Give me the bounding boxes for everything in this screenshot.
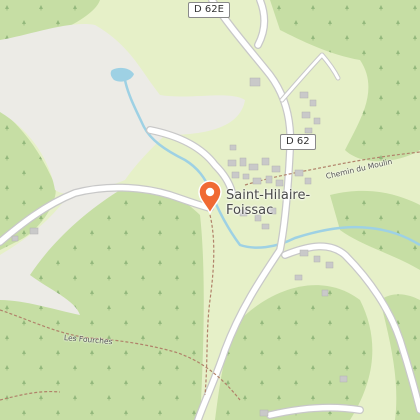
place-label-line2: Foissac <box>226 203 274 218</box>
map-pin-icon[interactable] <box>197 180 223 214</box>
road-shield-d62: D 62 <box>280 134 316 150</box>
map-view[interactable]: D 62E D 62 Saint-Hilaire- Foissac Chemin… <box>0 0 420 420</box>
place-label-line1: Saint-Hilaire- <box>226 188 311 203</box>
road-shield-d62e: D 62E <box>188 2 230 18</box>
